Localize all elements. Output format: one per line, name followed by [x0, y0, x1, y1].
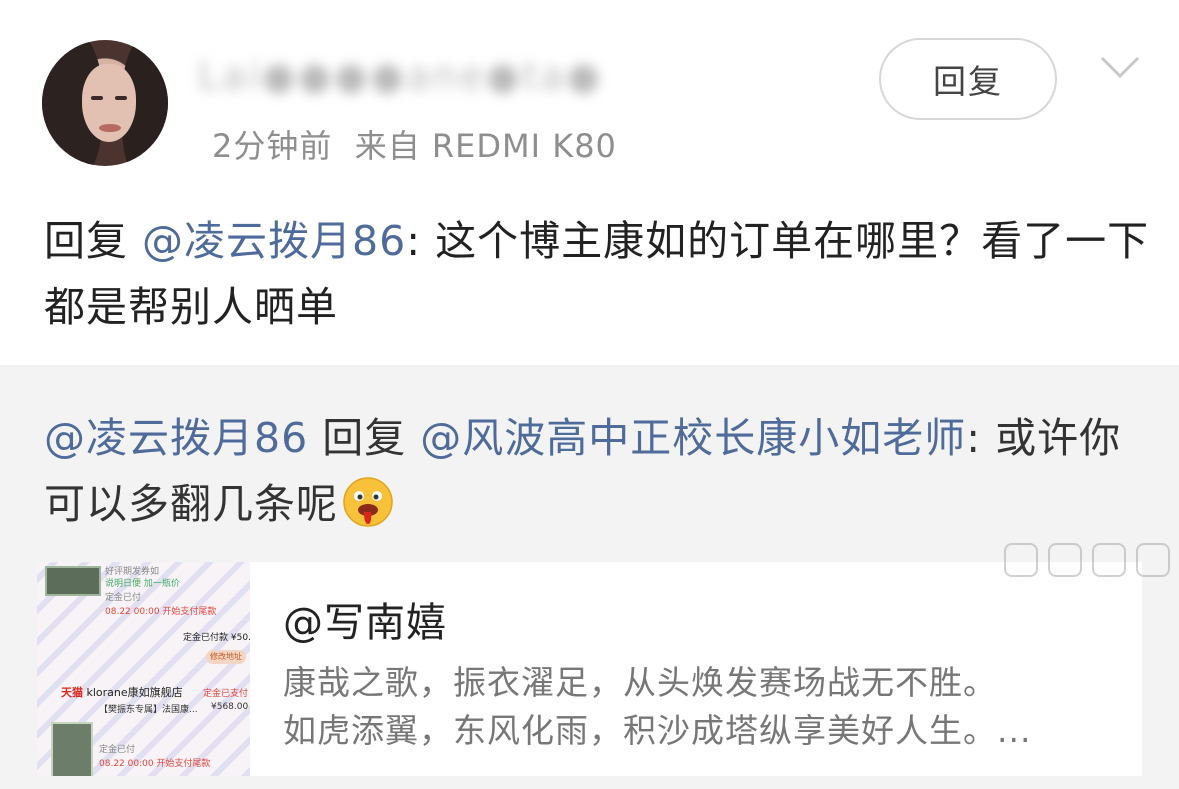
quoted-reply[interactable]: @凌云拨月86 回复 @风波高中正校长康小如老师: 或许你可以多翻几条呢 好评期… — [0, 365, 1179, 789]
reply-button[interactable]: 回复 — [879, 38, 1057, 120]
user-avatar[interactable] — [42, 40, 168, 166]
thumb-line5: 定金已付 — [99, 745, 136, 755]
thumb-product: 【樊振东专属】法国康... — [99, 705, 198, 715]
quoted-mention-2[interactable]: @风波高中正校长康小如老师 — [420, 414, 966, 462]
card-description: 康哉之歌，振衣濯足，从头焕发赛场战无不胜。 如虎添翼，东风化雨，积沙成塔纵享美好… — [283, 659, 1103, 755]
quoted-text: @凌云拨月86 回复 @风波高中正校长康小如老师: 或许你可以多翻几条呢 — [44, 405, 1154, 537]
card-description-line2: 如虎添翼，东风化雨，积沙成塔纵享美好人生。... — [283, 711, 1032, 750]
quoted-reply-word: 回复 — [308, 414, 421, 462]
card-description-line1: 康哉之歌，振衣濯足，从头焕发赛场战无不胜。 — [283, 663, 997, 702]
quoted-mention-1[interactable]: @凌云拨月86 — [44, 414, 308, 462]
comment-area: Lai●●●●ane●ta●●a●●d 2分钟前 来自 REDMI K80 回复… — [0, 0, 1179, 365]
thumb-price: ¥568.00 — [211, 702, 249, 712]
thumb-deposit: 定金已付款 ¥50.00 — [183, 633, 250, 643]
comment-meta: 2分钟前 来自 REDMI K80 — [212, 121, 617, 167]
watermark-logo-icon — [1004, 543, 1174, 577]
comment-text: 回复 @凌云拨月86: 这个博主康如的订单在哪里？看了一下都是帮别人晒单 — [44, 208, 1154, 340]
timestamp: 2分钟前 — [212, 127, 333, 165]
source-device: 来自 REDMI K80 — [354, 127, 617, 165]
thumb-line6: 08.22 00:00 开始支付尾款 — [99, 759, 211, 769]
thumb-line4: 08.22 00:00 开始支付尾款 — [105, 607, 217, 617]
drooling-face-icon — [343, 477, 393, 527]
thumb-line3: 定金已付 — [105, 593, 142, 603]
linked-post-card[interactable]: 好评期发券如 说明日便 加一瓶价 定金已付 08.22 00:00 开始支付尾款… — [37, 562, 1142, 776]
comment-prefix: 回复 — [44, 217, 143, 265]
order-screenshot-thumbnail[interactable]: 好评期发券如 说明日便 加一瓶价 定金已付 08.22 00:00 开始支付尾款… — [37, 562, 250, 776]
username-blurred[interactable]: Lai●●●●ane●ta●●a●●d — [198, 54, 598, 106]
chevron-down-icon[interactable] — [1098, 50, 1142, 84]
comment-mention[interactable]: @凌云拨月86 — [142, 217, 406, 265]
card-title[interactable]: @写南嬉 — [283, 590, 447, 648]
thumb-change-address: 修改地址 — [206, 650, 246, 664]
thumb-line2: 说明日便 加一瓶价 — [105, 579, 180, 589]
